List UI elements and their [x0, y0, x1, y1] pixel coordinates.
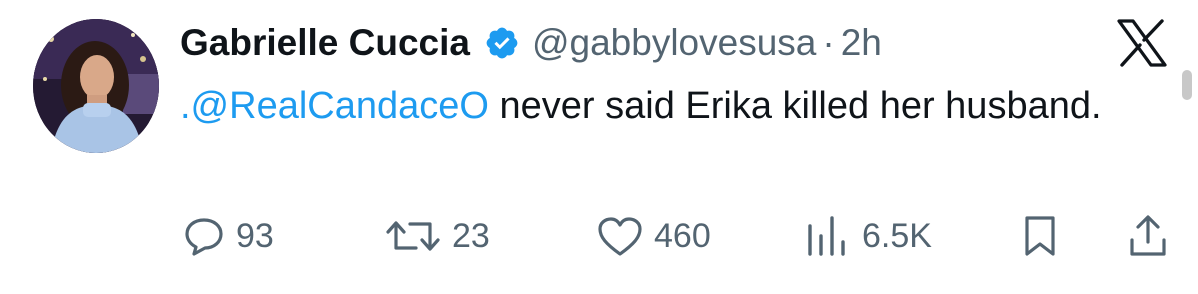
avatar[interactable] — [33, 19, 159, 153]
view-count: 6.5K — [862, 216, 932, 255]
share-icon — [1126, 214, 1170, 258]
separator-dot: · — [822, 22, 835, 63]
reply-count: 93 — [236, 216, 274, 255]
author-name[interactable]: Gabrielle Cuccia — [180, 22, 470, 64]
share-button[interactable] — [1126, 212, 1170, 260]
timestamp[interactable]: 2h — [841, 22, 882, 64]
author-handle[interactable]: @gabbylovesusa — [532, 22, 816, 64]
verified-badge-icon — [484, 25, 520, 61]
heart-icon — [596, 214, 644, 258]
reply-button[interactable]: 93 — [182, 212, 274, 260]
views-icon — [804, 214, 852, 258]
repost-button[interactable]: 23 — [384, 212, 490, 260]
tweet-header: Gabrielle Cuccia @gabbylovesusa · 2h — [180, 21, 882, 65]
bookmark-button[interactable] — [1020, 212, 1060, 260]
reply-icon — [182, 214, 226, 258]
like-count: 460 — [654, 216, 711, 255]
x-logo-icon[interactable] — [1116, 18, 1168, 68]
repost-count: 23 — [452, 216, 490, 255]
bookmark-icon — [1020, 214, 1060, 258]
tweet-text: .@RealCandaceO never said Erika killed h… — [180, 80, 1140, 132]
scrollbar[interactable] — [1182, 70, 1192, 100]
action-bar: 93 23 460 6.5K — [182, 212, 1182, 260]
repost-icon — [384, 214, 442, 258]
tweet-body: never said Erika killed her husband. — [488, 85, 1102, 127]
like-button[interactable]: 460 — [596, 212, 711, 260]
views-button[interactable]: 6.5K — [804, 212, 932, 260]
mention-link[interactable]: .@RealCandaceO — [180, 85, 489, 127]
